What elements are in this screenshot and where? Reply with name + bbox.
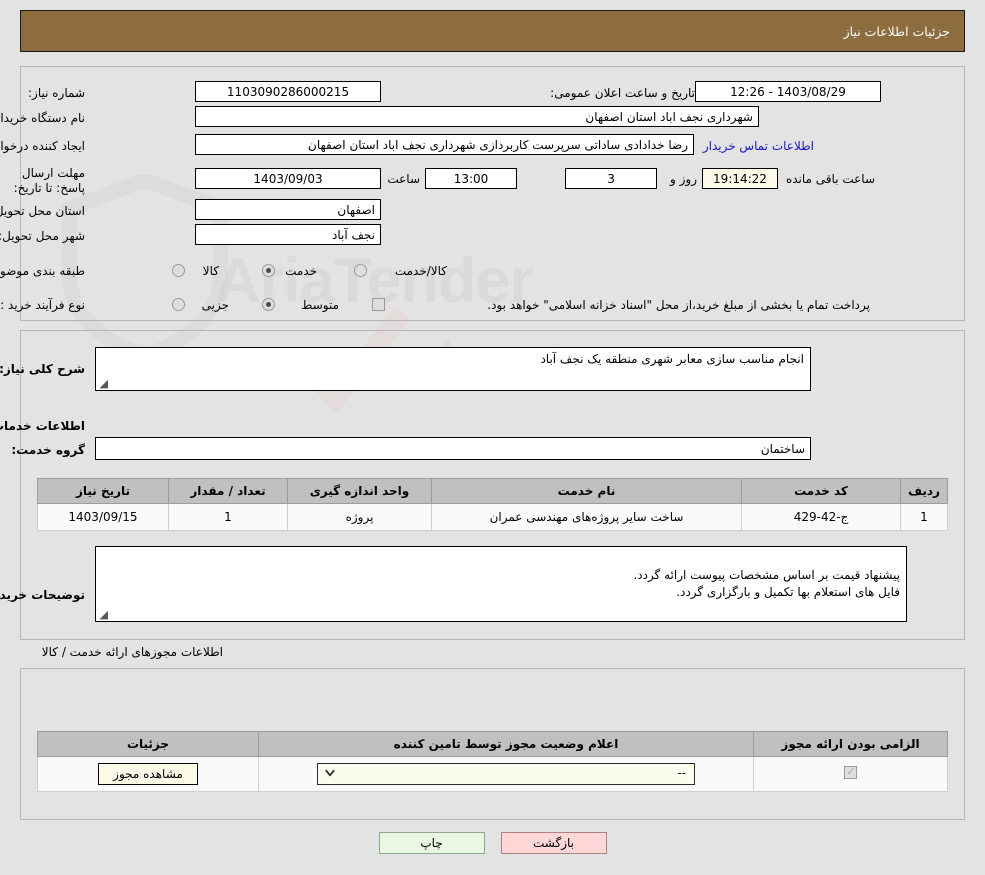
- request-creator-field: رضا خدادادی ساداتی سرپرست کاربردازی شهرد…: [195, 134, 694, 155]
- cell-code: ج-42-429: [741, 503, 901, 531]
- need-summary-panel: [20, 66, 965, 321]
- cell-permit-status: --: [258, 756, 754, 792]
- radio-category-kala-khedmat[interactable]: [354, 264, 367, 277]
- delivery-city-label: شهر محل تحویل:: [0, 229, 85, 243]
- checkbox-permit-required: [844, 764, 857, 779]
- view-permit-button[interactable]: مشاهده مجوز: [98, 763, 198, 785]
- remaining-time-text: ساعت باقی مانده: [785, 172, 875, 186]
- need-description-value: انجام مناسب سازی معابر شهری منطقه یک نجف…: [540, 352, 804, 366]
- permits-table: الزامی بودن ارائه مجوز اعلام وضعیت مجوز …: [37, 731, 948, 792]
- purchase-process-label: نوع فرآیند خرید :: [0, 298, 85, 312]
- page-title: جزئیات اطلاعات نیاز: [20, 10, 965, 52]
- buyer-org-label: نام دستگاه خریدار:: [0, 111, 85, 125]
- chevron-down-icon: [325, 769, 335, 777]
- table-row: -- مشاهده مجوز: [37, 756, 948, 792]
- subject-category-label: طبقه بندی موضوعی:: [0, 264, 85, 278]
- print-button[interactable]: چاپ: [378, 832, 485, 854]
- buyer-org-field: شهرداری نجف اباد استان اصفهان: [195, 106, 759, 127]
- cell-permit-required: [753, 756, 948, 792]
- cell-row: 1: [900, 503, 948, 531]
- th-permit-required: الزامی بودن ارائه مجوز: [753, 731, 948, 757]
- need-number-field: 1103090286000215: [195, 81, 381, 102]
- radio-category-kala-khedmat-label: کالا/خدمت: [394, 264, 447, 278]
- service-group-label: گروه خدمت:: [11, 443, 85, 457]
- deadline-hour-label: ساعت: [387, 172, 420, 186]
- service-group-field: ساختمان: [95, 437, 811, 460]
- th-row: ردیف: [900, 478, 948, 504]
- table-row: 1 ج-42-429 ساخت سایر پروژه‌های مهندسی عم…: [37, 503, 948, 531]
- remaining-days-text: روز و: [670, 172, 697, 186]
- th-permit-details: جزئیات: [37, 731, 259, 757]
- delivery-province-field: اصفهان: [195, 199, 381, 220]
- resize-grip-icon[interactable]: ◢: [98, 378, 108, 389]
- need-description-label: شرح کلی نیاز:: [0, 362, 85, 376]
- buyer-notes-label: توضیحات خریدار:: [0, 588, 85, 602]
- th-permit-status: اعلام وضعیت مجوز توسط تامین کننده: [258, 731, 754, 757]
- delivery-province-label: استان محل تحویل:: [0, 204, 85, 218]
- th-date: تاریخ نیاز: [37, 478, 169, 504]
- permits-section-title: اطلاعات مجوزهای ارائه خدمت / کالا: [41, 645, 223, 659]
- services-table-header-row: ردیف کد خدمت نام خدمت واحد اندازه گیری ت…: [37, 478, 948, 504]
- radio-process-motavaset[interactable]: [262, 298, 275, 311]
- radio-process-jozi[interactable]: [172, 298, 185, 311]
- remaining-time-field: 19:14:22: [702, 168, 778, 189]
- th-qty: تعداد / مقدار: [168, 478, 288, 504]
- radio-process-jozi-label: جزیی: [201, 298, 229, 312]
- need-description-textarea[interactable]: انجام مناسب سازی معابر شهری منطقه یک نجف…: [95, 347, 811, 391]
- deadline-date-field: 1403/09/03: [195, 168, 381, 189]
- th-unit: واحد اندازه گیری: [287, 478, 432, 504]
- radio-category-kala-label: کالا: [202, 264, 219, 278]
- resize-grip-icon[interactable]: ◢: [98, 609, 108, 620]
- islamic-treasury-text: پرداخت تمام یا بخشی از مبلغ خرید،از محل …: [487, 298, 870, 312]
- buyer-notes-textarea[interactable]: پیشنهاد قیمت بر اساس مشخصات پیوست ارائه …: [95, 546, 907, 622]
- radio-process-motavaset-label: متوسط: [301, 298, 339, 312]
- page-root: AriaTender .net جزئیات اطلاعات نیاز شمار…: [0, 0, 985, 875]
- need-number-label: شماره نیاز:: [28, 86, 85, 100]
- buyer-notes-value: پیشنهاد قیمت بر اساس مشخصات پیوست ارائه …: [633, 568, 900, 599]
- delivery-city-field: نجف آباد: [195, 224, 381, 245]
- back-button[interactable]: بازگشت: [500, 832, 607, 854]
- buyer-contact-link[interactable]: اطلاعات تماس خریدار: [703, 139, 814, 153]
- radio-category-kala[interactable]: [172, 264, 185, 277]
- cell-date: 1403/09/15: [37, 503, 169, 531]
- permits-table-header-row: الزامی بودن ارائه مجوز اعلام وضعیت مجوز …: [37, 731, 948, 757]
- radio-category-khedmat-label: خدمت: [285, 264, 317, 278]
- radio-category-khedmat[interactable]: [262, 264, 275, 277]
- deadline-hour-field: 13:00: [425, 168, 517, 189]
- th-code: کد خدمت: [741, 478, 901, 504]
- permit-status-value: --: [677, 766, 686, 780]
- page-title-text: جزئیات اطلاعات نیاز: [843, 23, 950, 39]
- services-table: ردیف کد خدمت نام خدمت واحد اندازه گیری ت…: [37, 478, 948, 531]
- remaining-days-field: 3: [565, 168, 657, 189]
- footer-actions: بازگشت چاپ: [0, 832, 985, 854]
- services-section-heading: اطلاعات خدمات مورد نیاز: [0, 419, 85, 433]
- announce-datetime-field: 1403/08/29 - 12:26: [695, 81, 881, 102]
- request-creator-label: ایجاد کننده درخواست:: [0, 139, 85, 153]
- checkbox-islamic-treasury[interactable]: [372, 298, 385, 311]
- permit-status-select[interactable]: --: [317, 763, 695, 785]
- cell-permit-details: مشاهده مجوز: [37, 756, 259, 792]
- th-name: نام خدمت: [431, 478, 742, 504]
- announce-datetime-label: تاریخ و ساعت اعلان عمومی:: [550, 86, 695, 100]
- cell-qty: 1: [168, 503, 288, 531]
- cell-unit: پروژه: [287, 503, 432, 531]
- deadline-label: مهلت ارسال پاسخ: تا تاریخ:: [13, 166, 85, 195]
- cell-name: ساخت سایر پروژه‌های مهندسی عمران: [431, 503, 742, 531]
